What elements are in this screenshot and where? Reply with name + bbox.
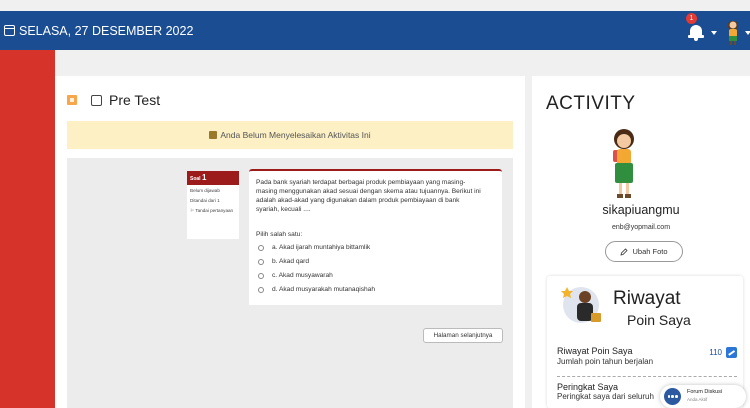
chat-icon bbox=[664, 388, 681, 405]
points-subtitle: Poin Saya bbox=[627, 312, 691, 328]
question-box: Pada bank syariah terdapat berbagai prod… bbox=[249, 169, 502, 305]
forum-button[interactable]: Forum Diskusi Anda Aktif bbox=[660, 385, 746, 408]
points-value: 110 bbox=[709, 347, 737, 358]
radio-button[interactable] bbox=[258, 272, 264, 279]
question-info: Soal 1 Belum dijawab Ditandai dari 1 ⚐ T… bbox=[187, 171, 239, 239]
username: sikapiuangmu bbox=[602, 203, 680, 217]
radio-button[interactable] bbox=[258, 286, 264, 293]
forum-title: Forum Diskusi bbox=[687, 389, 723, 395]
answer-option[interactable]: a. Akad ijarah muntahiya bittamlik bbox=[258, 244, 370, 251]
notification-bell[interactable]: 1 bbox=[686, 13, 708, 43]
flag-icon bbox=[209, 131, 218, 139]
question-number: Soal 1 bbox=[187, 171, 239, 185]
question-status: Belum dijawab bbox=[190, 188, 220, 193]
question-score: Ditandai dari 1 bbox=[190, 198, 220, 204]
activity-header: Pre Test bbox=[67, 92, 160, 108]
user-email: enb@yopmail.com bbox=[611, 224, 671, 231]
quiz-area: Soal 1 Belum dijawab Ditandai dari 1 ⚐ T… bbox=[67, 158, 513, 408]
answer-option[interactable]: d. Akad musyarakah mutanaqishah bbox=[258, 286, 375, 293]
activity-panel: ACTIVITY sikapiuangmu enb@yopmail.com Ub… bbox=[532, 76, 750, 408]
calendar-icon bbox=[4, 25, 15, 36]
flag-question[interactable]: ⚐ Tandai pertanyaan bbox=[190, 208, 236, 214]
points-history-row[interactable]: Riwayat Poin Saya Jumlah poin tahun berj… bbox=[557, 346, 737, 366]
edit-photo-button[interactable]: Ubah Foto bbox=[605, 241, 683, 262]
completion-checkbox[interactable] bbox=[91, 94, 102, 106]
next-page-button[interactable]: Halaman selanjutnya bbox=[423, 328, 503, 343]
answer-option[interactable]: b. Akad qard bbox=[258, 258, 309, 265]
sidebar-strip bbox=[0, 50, 55, 408]
question-text: Pada bank syariah terdapat berbagai prod… bbox=[256, 179, 481, 213]
notification-badge: 1 bbox=[686, 13, 697, 24]
main-content: Pre Test Anda Belum Menyelesaikan Aktivi… bbox=[55, 76, 525, 408]
top-bar: SELASA, 27 DESEMBER 2022 1 bbox=[0, 11, 750, 50]
points-title: Riwayat bbox=[613, 288, 681, 309]
completion-alert: Anda Belum Menyelesaikan Aktivitas Ini bbox=[67, 121, 513, 149]
page-title: Pre Test bbox=[109, 92, 161, 108]
activity-title: ACTIVITY bbox=[546, 93, 636, 114]
chevron-down-icon[interactable] bbox=[745, 31, 750, 35]
trophy-illustration bbox=[561, 287, 601, 323]
divider bbox=[557, 376, 737, 377]
pencil-icon bbox=[620, 247, 629, 256]
trend-icon bbox=[726, 347, 737, 358]
radio-button[interactable] bbox=[258, 244, 264, 251]
chevron-down-icon[interactable] bbox=[711, 31, 717, 35]
date-display: SELASA, 27 DESEMBER 2022 bbox=[4, 11, 193, 50]
answer-option[interactable]: c. Akad musyawarah bbox=[258, 272, 333, 279]
mascot-illustration bbox=[613, 129, 634, 198]
date-text: SELASA, 27 DESEMBER 2022 bbox=[19, 23, 194, 38]
user-avatar[interactable] bbox=[723, 16, 743, 46]
alert-text: Anda Belum Menyelesaikan Aktivitas Ini bbox=[220, 130, 371, 140]
choose-prompt: Pilih salah satu: bbox=[256, 231, 303, 238]
quiz-icon bbox=[67, 95, 77, 105]
radio-button[interactable] bbox=[258, 258, 264, 265]
forum-subtitle: Anda Aktif bbox=[687, 397, 708, 402]
